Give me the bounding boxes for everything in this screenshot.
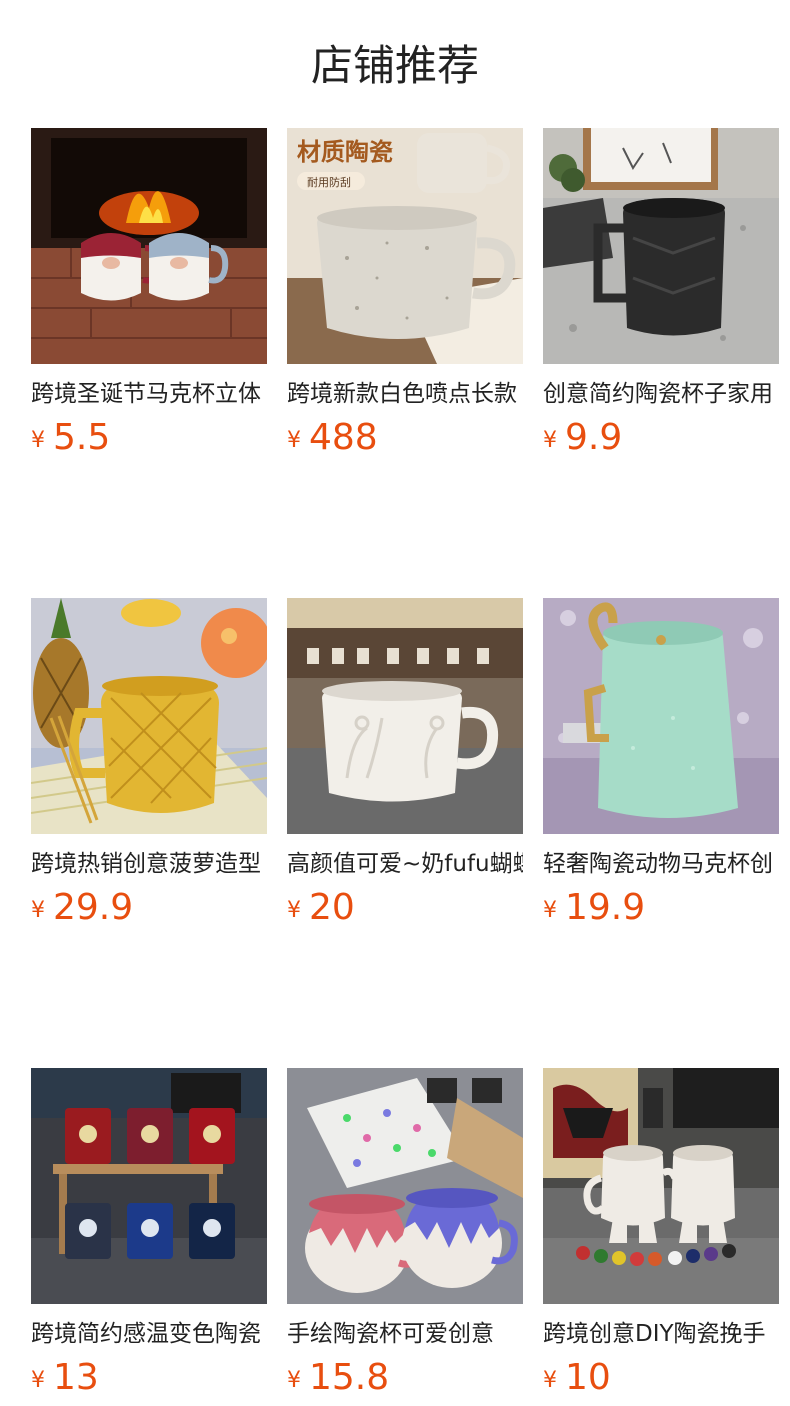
price-amount: 15.8: [309, 1357, 390, 1398]
price-amount: 488: [309, 417, 378, 458]
product-price: ¥19.9: [543, 886, 779, 936]
product-card[interactable]: 轻奢陶瓷动物马克杯创 ¥19.9: [543, 598, 779, 936]
price-amount: 5.5: [53, 417, 111, 458]
product-name[interactable]: 创意简约陶瓷杯子家用: [543, 378, 779, 410]
speckled-white-mug-image[interactable]: 材质陶瓷 耐用防刮: [287, 128, 523, 364]
overlay-title: 材质陶瓷: [297, 138, 393, 166]
product-price: ¥10: [543, 1356, 779, 1406]
product-name[interactable]: 手绘陶瓷杯可爱创意: [287, 1318, 523, 1350]
christmas-mugs-fireplace-image[interactable]: [31, 128, 267, 364]
product-name[interactable]: 跨境创意DIY陶瓷挽手: [543, 1318, 779, 1350]
product-name[interactable]: 高颜值可爱~奶fufu蝴蝶: [287, 848, 523, 880]
product-name[interactable]: 跨境简约感温变色陶瓷: [31, 1318, 267, 1350]
product-card[interactable]: 材质陶瓷 耐用防刮 跨境新款白色喷点长款 ¥488: [287, 128, 523, 466]
diy-figure-mugs-image[interactable]: [543, 1068, 779, 1304]
product-price: ¥5.5: [31, 416, 267, 466]
price-amount: 29.9: [53, 887, 134, 928]
currency-symbol: ¥: [31, 1368, 45, 1393]
price-amount: 10: [565, 1357, 611, 1398]
product-name[interactable]: 跨境圣诞节马克杯立体: [31, 378, 267, 410]
product-card[interactable]: 创意简约陶瓷杯子家用 ¥9.9: [543, 128, 779, 466]
price-amount: 20: [309, 887, 355, 928]
product-price: ¥29.9: [31, 886, 267, 936]
product-price: ¥13: [31, 1356, 267, 1406]
currency-symbol: ¥: [543, 898, 557, 923]
page-title: 店铺推荐: [310, 41, 479, 90]
price-amount: 9.9: [565, 417, 623, 458]
product-name[interactable]: 跨境新款白色喷点长款: [287, 378, 523, 410]
pineapple-mug-image[interactable]: [31, 598, 267, 834]
product-card[interactable]: 跨境热销创意菠萝造型 ¥29.9: [31, 598, 267, 936]
overlay-badge: 耐用防刮: [307, 175, 351, 189]
product-price: ¥15.8: [287, 1356, 523, 1406]
drip-painted-mugs-image[interactable]: [287, 1068, 523, 1304]
currency-symbol: ¥: [31, 428, 45, 453]
currency-symbol: ¥: [543, 1368, 557, 1393]
price-amount: 19.9: [565, 887, 646, 928]
product-price: ¥9.9: [543, 416, 779, 466]
product-card[interactable]: 跨境创意DIY陶瓷挽手 ¥10: [543, 1068, 779, 1406]
black-faceted-mug-image[interactable]: [543, 128, 779, 364]
product-card[interactable]: 跨境圣诞节马克杯立体 ¥5.5: [31, 128, 267, 466]
product-name[interactable]: 跨境热销创意菠萝造型: [31, 848, 267, 880]
product-grid: 跨境圣诞节马克杯立体 ¥5.5 材质陶瓷 耐用防刮 跨境新款白色喷点长款 ¥ 4…: [31, 128, 779, 1406]
currency-symbol: ¥: [287, 898, 301, 923]
price-amount: 13: [53, 1357, 99, 1398]
product-price: ¥20: [287, 886, 523, 936]
white-embossed-mug-image[interactable]: [287, 598, 523, 834]
product-name[interactable]: 轻奢陶瓷动物马克杯创: [543, 848, 779, 880]
product-card[interactable]: 手绘陶瓷杯可爱创意 ¥15.8: [287, 1068, 523, 1406]
mint-gold-mug-image[interactable]: [543, 598, 779, 834]
currency-symbol: ¥: [287, 428, 301, 453]
currency-symbol: ¥: [287, 1368, 301, 1393]
product-card[interactable]: 高颜值可爱~奶fufu蝴蝶 ¥20: [287, 598, 523, 936]
currency-symbol: ¥: [543, 428, 557, 453]
currency-symbol: ¥: [31, 898, 45, 923]
football-club-mugs-image[interactable]: [31, 1068, 267, 1304]
product-price: ¥488: [287, 416, 523, 466]
product-card[interactable]: 跨境简约感温变色陶瓷 ¥13: [31, 1068, 267, 1406]
